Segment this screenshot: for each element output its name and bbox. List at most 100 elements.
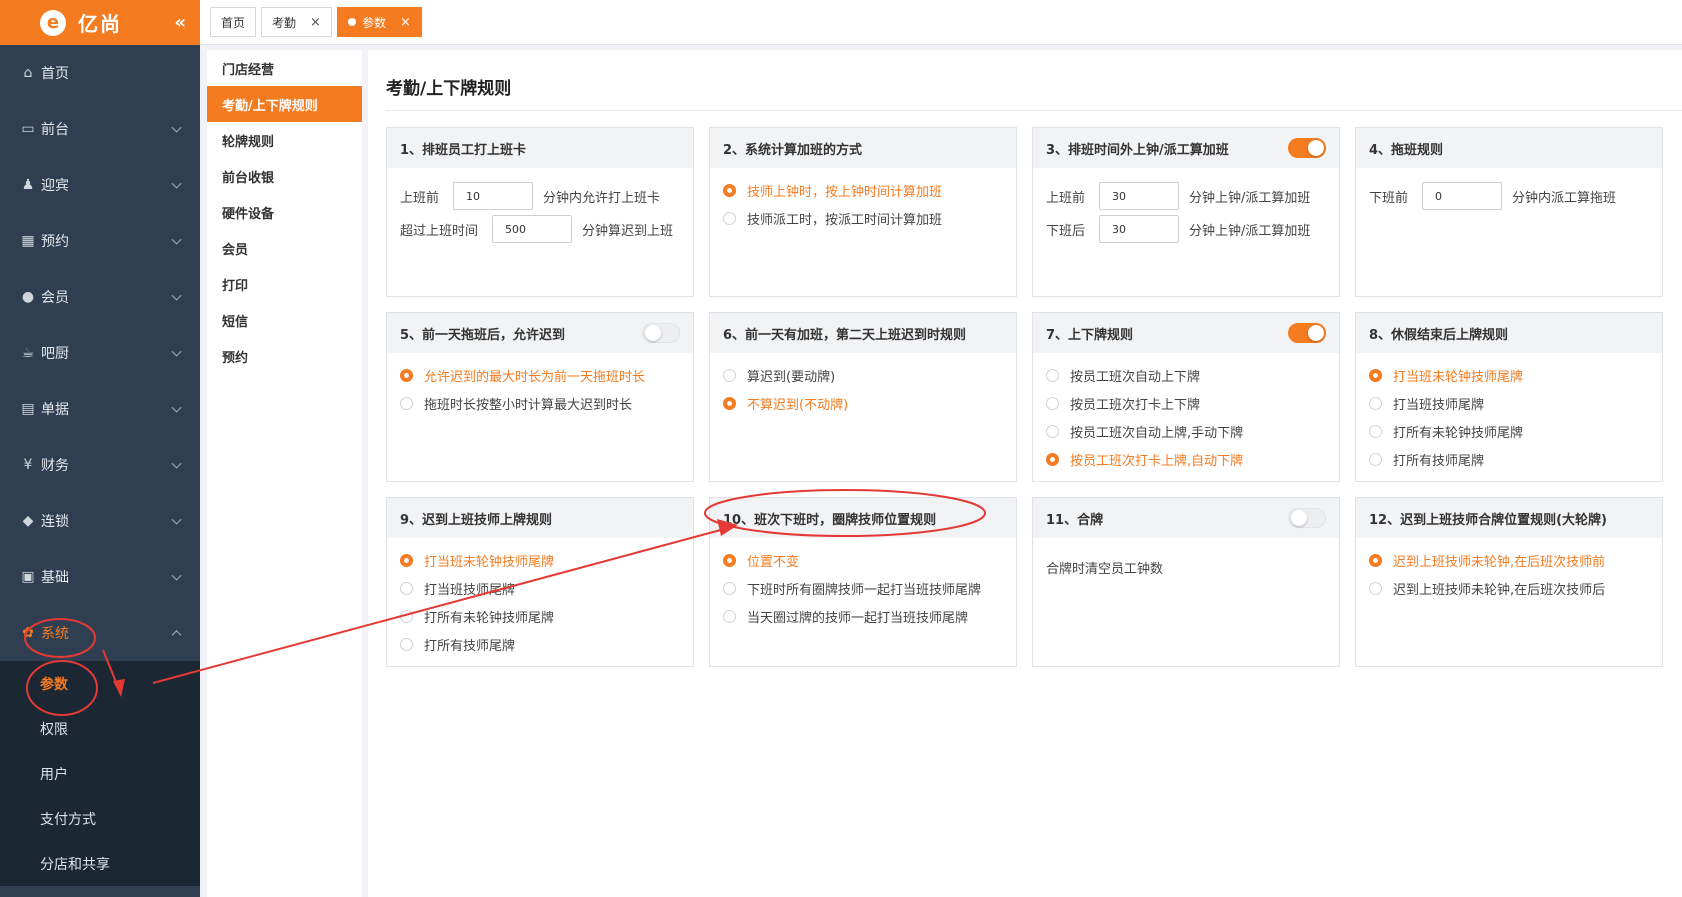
sidebar-subitem-3[interactable]: 支付方式 [0, 796, 200, 841]
sidebar-item-2[interactable]: ♟ 迎宾 [0, 157, 200, 213]
radio-checked-icon[interactable] [1369, 553, 1382, 567]
radio-unchecked-icon[interactable] [1369, 452, 1382, 466]
sidebar-item-1[interactable]: ▭ 前台 [0, 101, 200, 157]
radio-option[interactable]: 按员工班次打卡上牌,自动下牌 [1046, 445, 1326, 473]
radio-unchecked-icon[interactable] [400, 396, 413, 410]
sidebar-item-10[interactable]: ✿ 系统 [0, 605, 200, 661]
before-shift-overtime-input[interactable]: 30 [1099, 182, 1180, 210]
radio-option[interactable]: 允许迟到的最大时长为前一天拖班时长 [400, 361, 680, 389]
radio-unchecked-icon[interactable] [400, 581, 413, 595]
sidebar-item-label: 单据 [41, 402, 69, 418]
close-icon[interactable]: × [400, 15, 411, 30]
sidebar-subitem-4[interactable]: 分店和共享 [0, 841, 200, 886]
radio-unchecked-icon[interactable] [1046, 368, 1059, 382]
sidebar-subitem-1[interactable]: 权限 [0, 706, 200, 751]
radio-unchecked-icon[interactable] [1369, 581, 1382, 595]
radio-option[interactable]: 迟到上班技师未轮钟,在后班次技师后 [1369, 574, 1649, 602]
submenu-item-cashier[interactable]: 前台收银 [207, 158, 362, 194]
radio-option[interactable]: 位置不变 [723, 546, 1003, 574]
tab-attendance[interactable]: 考勤 × [261, 7, 332, 37]
radio-option[interactable]: 拖班时长按整小时计算最大迟到时长 [400, 389, 680, 417]
drag-shift-minutes-input[interactable]: 0 [1422, 182, 1503, 210]
radio-unchecked-icon[interactable] [1369, 396, 1382, 410]
radio-option[interactable]: 打所有未轮钟技师尾牌 [400, 602, 680, 630]
sidebar-item-8[interactable]: ◆ 连锁 [0, 493, 200, 549]
submenu-item-booking[interactable]: 预约 [207, 338, 362, 374]
before-shift-minutes-input[interactable]: 10 [453, 182, 534, 210]
radio-checked-icon[interactable] [1046, 452, 1059, 466]
radio-unchecked-icon[interactable] [1046, 396, 1059, 410]
sidebar-nav: ⌂ 首页 ▭ 前台 ♟ 迎宾 ▦ 预约 ● 会员 ☕ 吧厨 ▤ 单据 ¥ 财务 ◆ 连锁 ▣ 基础 ✿ 系统 参数 权限 用户支… [0, 45, 200, 886]
radio-option[interactable]: 按员工班次自动上下牌 [1046, 361, 1326, 389]
radio-option[interactable]: 算迟到(要动牌) [723, 361, 1003, 389]
merge-description: 合牌时清空员工钟数 [1046, 562, 1164, 577]
tab-params[interactable]: 参数 × [336, 7, 422, 37]
sidebar-item-label: 基础 [41, 570, 69, 586]
tab-home[interactable]: 首页 [210, 7, 257, 37]
radio-option[interactable]: 打当班未轮钟技师尾牌 [400, 546, 680, 574]
submenu-item-sms[interactable]: 短信 [207, 302, 362, 338]
chevron-down-icon [171, 122, 182, 133]
radio-option[interactable]: 技师派工时，按派工时间计算加班 [723, 204, 1003, 232]
radio-option[interactable]: 迟到上班技师未轮钟,在后班次技师前 [1369, 546, 1649, 574]
card-overtime-late: 6、前一天有加班，第二天上班迟到时规则 算迟到(要动牌) 不算迟到(不动牌) [709, 312, 1017, 482]
radio-option[interactable]: 打当班技师尾牌 [1369, 389, 1649, 417]
submenu-item-attendance[interactable]: 考勤/上下牌规则 [207, 86, 362, 122]
radio-unchecked-icon[interactable] [723, 581, 736, 595]
submenu-item-rotation[interactable]: 轮牌规则 [207, 122, 362, 158]
radio-option[interactable]: 下班时所有圈牌技师一起打当班技师尾牌 [723, 574, 1003, 602]
radio-unchecked-icon[interactable] [400, 637, 413, 651]
radio-option[interactable]: 技师上钟时，按上钟时间计算加班 [723, 176, 1003, 204]
sidebar-item-4[interactable]: ● 会员 [0, 269, 200, 325]
radio-unchecked-icon[interactable] [1369, 424, 1382, 438]
late-minutes-input[interactable]: 500 [492, 215, 573, 243]
radio-option[interactable]: 打所有技师尾牌 [1369, 445, 1649, 473]
card-clock-in: 1、排班员工打上班卡 上班前 10 分钟内允许打上班卡 超过上班时间 500 分… [386, 127, 694, 297]
submenu-item-store[interactable]: 门店经营 [207, 50, 362, 86]
overtime-toggle[interactable] [1288, 138, 1326, 158]
card-title: 10、班次下班时，圈牌技师位置规则 [710, 498, 1016, 538]
collapse-sidebar-icon[interactable]: « [174, 12, 186, 33]
radio-checked-icon[interactable] [400, 553, 413, 567]
radio-option[interactable]: 不算迟到(不动牌) [723, 389, 1003, 417]
merge-toggle[interactable] [1288, 508, 1326, 528]
sidebar-item-6[interactable]: ▤ 单据 [0, 381, 200, 437]
allow-late-toggle[interactable] [642, 323, 680, 343]
radio-unchecked-icon[interactable] [1046, 424, 1059, 438]
sidebar-item-label: 预约 [41, 234, 69, 250]
radio-unchecked-icon[interactable] [723, 211, 736, 225]
submenu-item-print[interactable]: 打印 [207, 266, 362, 302]
close-icon[interactable]: × [310, 15, 321, 30]
after-shift-overtime-input[interactable]: 30 [1099, 215, 1180, 243]
radio-checked-icon[interactable] [723, 396, 736, 410]
radio-option[interactable]: 打所有未轮钟技师尾牌 [1369, 417, 1649, 445]
sidebar-subitem-2[interactable]: 用户 [0, 751, 200, 796]
sidebar-subitem-0[interactable]: 参数 [0, 661, 200, 706]
radio-checked-icon[interactable] [723, 553, 736, 567]
chevron-down-icon [171, 290, 182, 301]
radio-checked-icon[interactable] [723, 183, 736, 197]
on-off-toggle[interactable] [1288, 323, 1326, 343]
radio-checked-icon[interactable] [400, 368, 413, 382]
radio-option[interactable]: 当天圈过牌的技师一起打当班技师尾牌 [723, 602, 1003, 630]
submenu-item-hardware[interactable]: 硬件设备 [207, 194, 362, 230]
sidebar-item-7[interactable]: ¥ 财务 [0, 437, 200, 493]
sidebar-item-3[interactable]: ▦ 预约 [0, 213, 200, 269]
radio-option[interactable]: 打当班技师尾牌 [400, 574, 680, 602]
sidebar-item-9[interactable]: ▣ 基础 [0, 549, 200, 605]
sidebar: e 亿尚 « ⌂ 首页 ▭ 前台 ♟ 迎宾 ▦ 预约 ● 会员 ☕ 吧厨 ▤ 单据 ¥ 财务 ◆ 连锁 ▣ 基础 ✿ 系统… [0, 0, 200, 897]
page-title: 考勤/上下牌规则 [386, 79, 512, 99]
radio-unchecked-icon[interactable] [723, 368, 736, 382]
sidebar-item-0[interactable]: ⌂ 首页 [0, 45, 200, 101]
radio-option[interactable]: 按员工班次打卡上下牌 [1046, 389, 1326, 417]
radio-label: 打当班未轮钟技师尾牌 [1393, 369, 1524, 385]
sidebar-item-5[interactable]: ☕ 吧厨 [0, 325, 200, 381]
radio-checked-icon[interactable] [1369, 368, 1382, 382]
field-label: 上班前 [400, 190, 440, 206]
radio-option[interactable]: 打当班未轮钟技师尾牌 [1369, 361, 1649, 389]
radio-unchecked-icon[interactable] [723, 609, 736, 623]
radio-unchecked-icon[interactable] [400, 609, 413, 623]
radio-option[interactable]: 按员工班次自动上牌,手动下牌 [1046, 417, 1326, 445]
submenu-item-member[interactable]: 会员 [207, 230, 362, 266]
radio-option[interactable]: 打所有技师尾牌 [400, 630, 680, 658]
